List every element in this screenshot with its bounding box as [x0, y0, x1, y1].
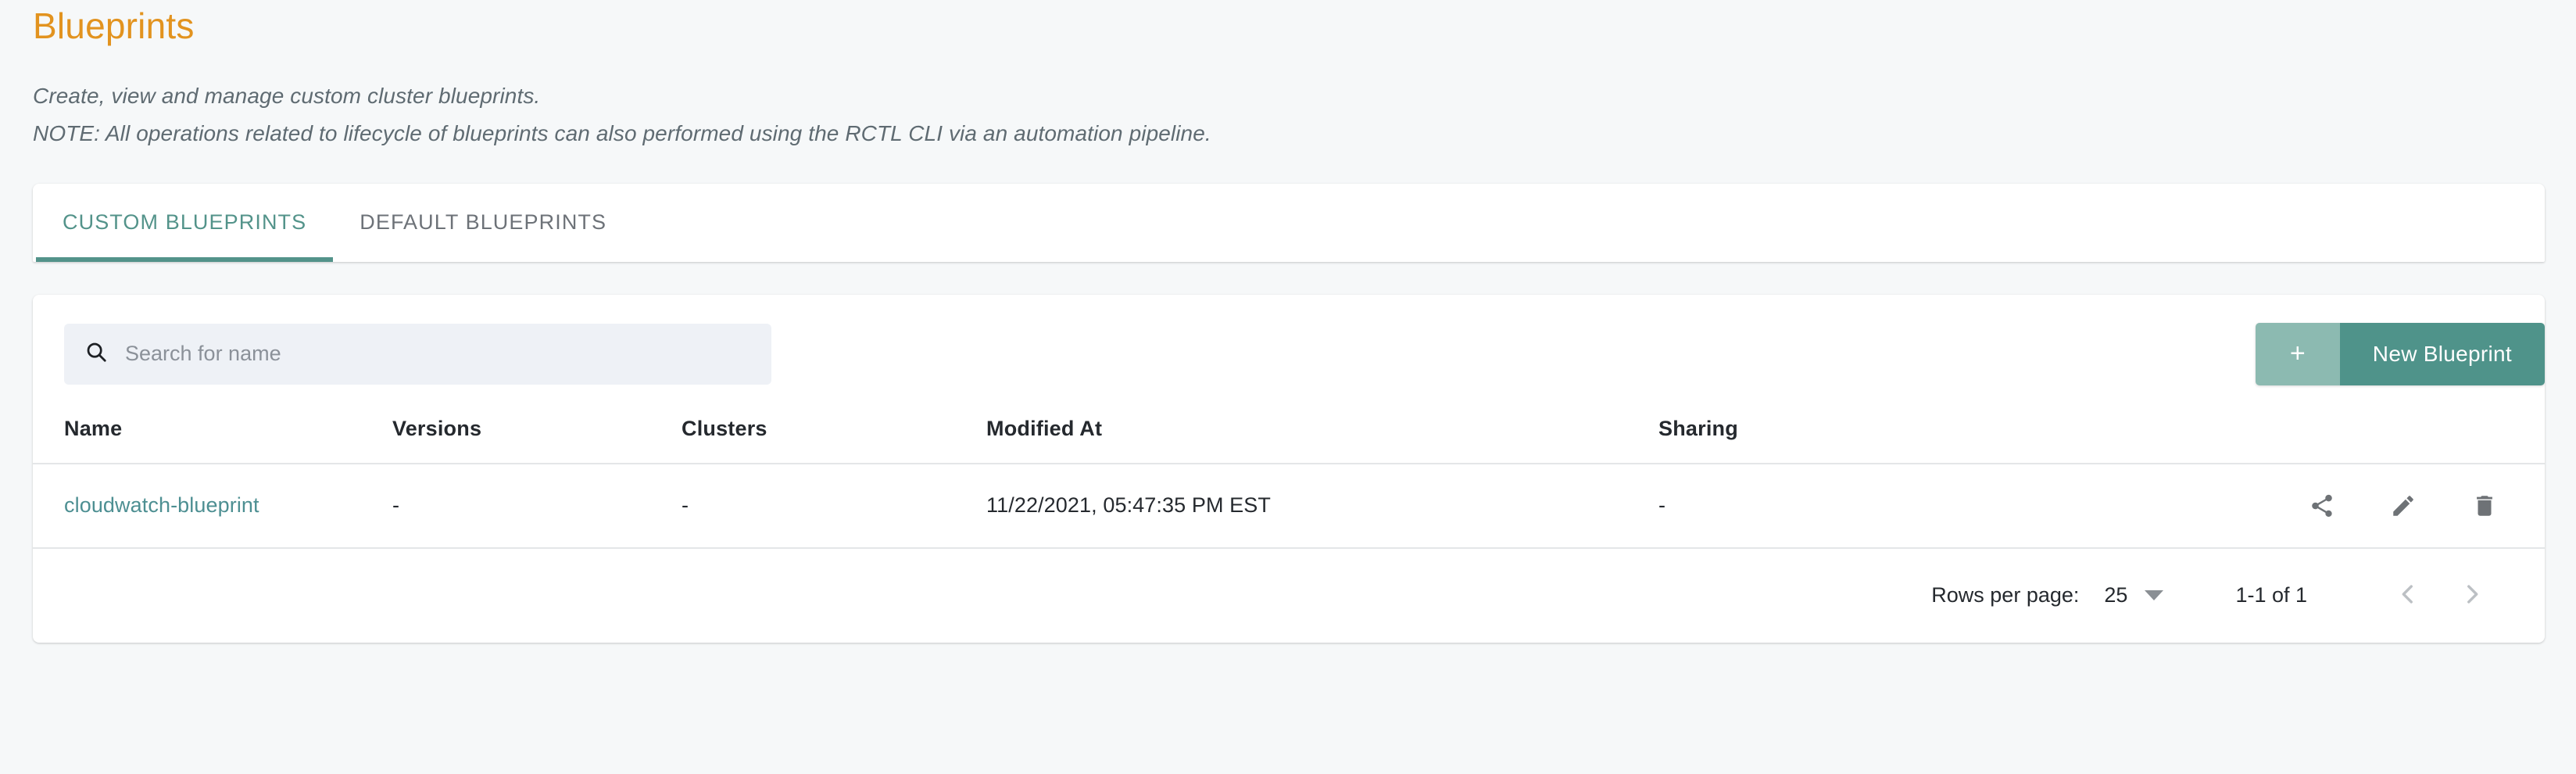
search-icon	[84, 340, 108, 367]
new-blueprint-button[interactable]: + New Blueprint	[2255, 322, 2545, 385]
rows-per-page-select[interactable]: 25	[2104, 583, 2164, 607]
cell-name: cloudwatch-blueprint	[33, 462, 392, 549]
cell-modified-at: 11/22/2021, 05:47:35 PM EST	[986, 462, 1658, 549]
tab-custom-blueprints[interactable]: CUSTOM BLUEPRINTS	[36, 184, 334, 262]
next-page-button[interactable]	[2440, 581, 2504, 610]
previous-page-button[interactable]	[2376, 581, 2440, 610]
column-header-sharing: Sharing	[1658, 416, 1738, 440]
row-actions	[2159, 493, 2498, 519]
edit-button[interactable]	[2390, 493, 2417, 519]
column-header-versions: Versions	[392, 416, 482, 440]
tabs-bar: CUSTOM BLUEPRINTS DEFAULT BLUEPRINTS	[33, 183, 2545, 262]
blueprints-table: Name Versions Clusters Modified At Shari…	[33, 409, 2545, 549]
page-title: Blueprints	[33, 5, 195, 46]
share-button[interactable]	[2309, 493, 2335, 519]
table-toolbar: + New Blueprint	[33, 295, 2545, 409]
blueprint-name-link[interactable]: cloudwatch-blueprint	[64, 493, 259, 517]
chevron-right-icon	[2459, 581, 2485, 610]
pagination-range: 1-1 of 1	[2235, 583, 2307, 607]
trash-icon	[2471, 493, 2498, 519]
description-line-2: NOTE: All operations related to lifecycl…	[33, 120, 1211, 145]
search-input[interactable]	[125, 342, 751, 367]
blueprints-page: Blueprints Create, view and manage custo…	[0, 0, 2576, 774]
rows-per-page-value: 25	[2104, 583, 2128, 607]
chevron-left-icon	[2395, 581, 2421, 610]
pencil-icon	[2390, 493, 2417, 519]
share-icon	[2309, 493, 2335, 519]
column-header-modified-at: Modified At	[986, 416, 1103, 440]
column-header-actions	[2159, 409, 2545, 464]
column-header-clusters: Clusters	[682, 416, 767, 440]
cell-versions: -	[392, 462, 682, 549]
tab-default-blueprints[interactable]: DEFAULT BLUEPRINTS	[333, 184, 633, 262]
table-pagination: Rows per page: 25 1-1 of 1	[33, 549, 2545, 643]
tab-default-blueprints-label: DEFAULT BLUEPRINTS	[360, 210, 607, 235]
cell-sharing: -	[1658, 462, 2159, 549]
tab-custom-blueprints-label: CUSTOM BLUEPRINTS	[63, 210, 307, 235]
chevron-down-icon	[2145, 590, 2164, 601]
rows-per-page-label: Rows per page:	[1931, 583, 2080, 607]
column-header-name: Name	[64, 416, 123, 440]
table-row: cloudwatch-blueprint - - 11/22/2021, 05:…	[33, 462, 2545, 549]
cell-actions	[2159, 462, 2545, 549]
blueprints-table-card: + New Blueprint Name Versions Clusters M…	[33, 294, 2545, 643]
delete-button[interactable]	[2471, 493, 2498, 519]
description-line-1: Create, view and manage custom cluster b…	[33, 83, 541, 108]
plus-icon: +	[2255, 322, 2340, 385]
cell-clusters: -	[682, 462, 986, 549]
new-blueprint-label: New Blueprint	[2339, 322, 2545, 385]
table-header-row: Name Versions Clusters Modified At Shari…	[33, 409, 2545, 464]
page-description: Create, view and manage custom cluster b…	[33, 77, 2545, 152]
search-box[interactable]	[64, 323, 771, 385]
